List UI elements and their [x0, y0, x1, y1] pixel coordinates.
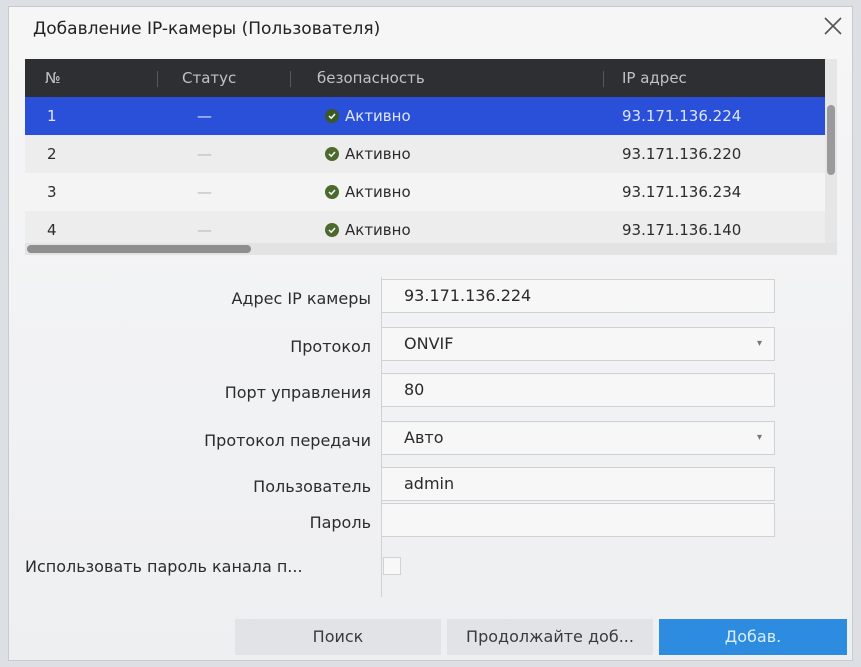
column-separator: [290, 71, 291, 87]
table-row[interactable]: 3 — Активно 93.171.136.234: [25, 173, 837, 211]
check-circle-icon: [325, 185, 339, 199]
row-ip-address: 93.171.136.220: [622, 145, 742, 163]
check-circle-icon: [325, 223, 339, 237]
column-header-security[interactable]: безопасность: [317, 59, 425, 97]
security-status-text: Активно: [345, 145, 411, 163]
table-row[interactable]: 1 — Активно 93.171.136.224: [25, 97, 837, 135]
table-header: № Статус безопасность IP адрес: [25, 59, 837, 97]
check-circle-icon: [325, 147, 339, 161]
search-button[interactable]: Поиск: [235, 619, 441, 655]
row-number: 1: [47, 107, 57, 125]
column-header-number[interactable]: №: [45, 59, 61, 97]
use-channel-password-label: Использовать пароль канала п...: [25, 557, 303, 576]
form-divider: [381, 277, 382, 597]
protocol-selected-value: ONVIF: [404, 334, 454, 353]
ip-address-input[interactable]: 93.171.136.224: [381, 279, 775, 313]
dialog-title: Добавление IP-камеры (Пользователя): [33, 19, 381, 39]
row-security: Активно: [325, 97, 411, 135]
column-header-ip[interactable]: IP адрес: [622, 59, 687, 97]
row-status: —: [197, 183, 212, 201]
camera-table: № Статус безопасность IP адрес 1 — Актив…: [25, 59, 837, 255]
row-number: 2: [47, 145, 57, 163]
username-label: Пользователь: [253, 477, 371, 496]
management-port-label: Порт управления: [224, 383, 371, 402]
row-ip-address: 93.171.136.224: [622, 107, 742, 125]
transfer-protocol-label: Протокол передачи: [204, 431, 371, 450]
password-label: Пароль: [309, 513, 371, 532]
continue-adding-button[interactable]: Продолжайте доб...: [447, 619, 653, 655]
username-input[interactable]: admin: [381, 467, 775, 501]
row-ip-address: 93.171.136.234: [622, 183, 742, 201]
horizontal-scrollbar-thumb[interactable]: [27, 245, 251, 253]
dialog-titlebar: Добавление IP-камеры (Пользователя): [9, 7, 852, 57]
close-icon[interactable]: [820, 13, 846, 39]
vertical-scrollbar-thumb[interactable]: [827, 105, 835, 175]
dropdown-arrow-icon: ▾: [756, 338, 762, 349]
add-ip-camera-dialog: Добавление IP-камеры (Пользователя) № Ст…: [8, 6, 853, 661]
column-separator: [157, 71, 158, 87]
protocol-label: Протокол: [290, 337, 371, 356]
check-circle-icon: [325, 109, 339, 123]
row-status: —: [197, 107, 212, 125]
transfer-protocol-selected-value: Авто: [404, 428, 444, 447]
row-security: Активно: [325, 173, 411, 211]
security-status-text: Активно: [345, 107, 411, 125]
column-header-status[interactable]: Статус: [182, 59, 236, 97]
row-number: 3: [47, 183, 57, 201]
ip-address-label: Адрес IP камеры: [231, 289, 371, 308]
password-input[interactable]: [381, 503, 775, 537]
use-channel-password-checkbox[interactable]: [383, 557, 401, 575]
transfer-protocol-select[interactable]: Авто ▾: [381, 421, 775, 455]
row-security: Активно: [325, 135, 411, 173]
vertical-scrollbar[interactable]: [825, 59, 837, 255]
management-port-input[interactable]: 80: [381, 373, 775, 407]
dropdown-arrow-icon: ▾: [756, 432, 762, 443]
security-status-text: Активно: [345, 183, 411, 201]
row-status: —: [197, 145, 212, 163]
column-separator: [603, 71, 604, 87]
horizontal-scrollbar[interactable]: [25, 243, 837, 255]
table-row[interactable]: 2 — Активно 93.171.136.220: [25, 135, 837, 173]
protocol-select[interactable]: ONVIF ▾: [381, 327, 775, 361]
add-button[interactable]: Добав.: [659, 619, 847, 655]
